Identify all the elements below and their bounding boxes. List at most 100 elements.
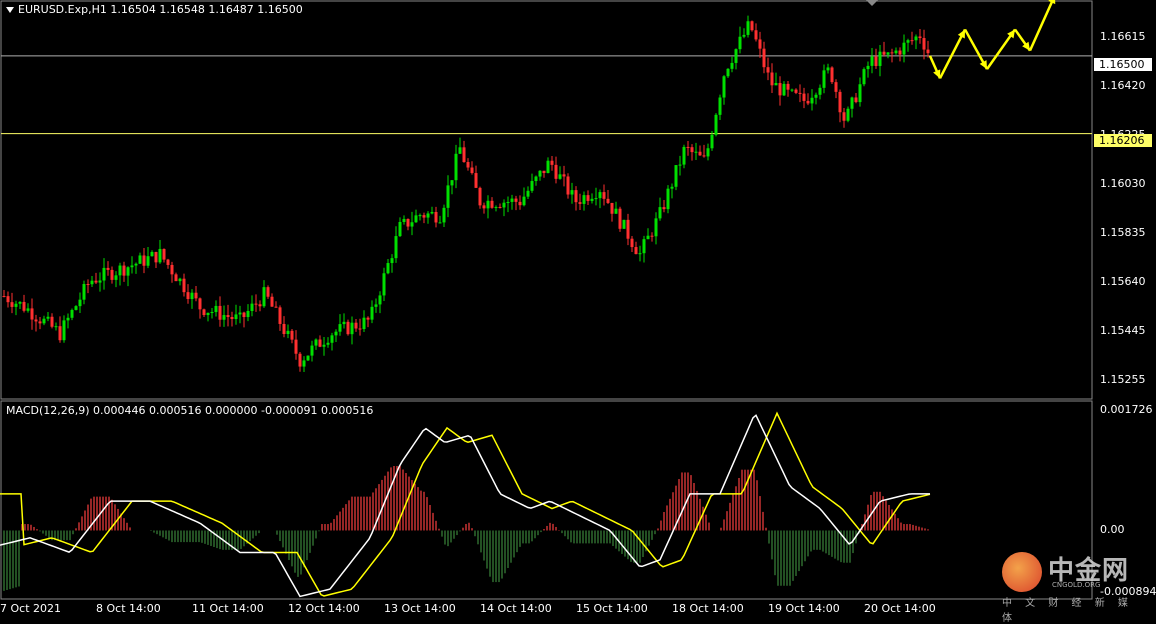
price-label: 1.15445	[1100, 324, 1146, 337]
candle	[494, 206, 498, 208]
candle	[218, 305, 222, 320]
price-label: 1.15835	[1100, 226, 1146, 239]
chart-frame	[0, 0, 1093, 400]
price-chart-pane[interactable]	[0, 0, 1156, 400]
candle	[110, 269, 114, 280]
candle	[710, 134, 714, 149]
candle	[806, 100, 810, 104]
candle	[602, 192, 606, 199]
price-label: 1.16030	[1100, 177, 1146, 190]
candle	[290, 330, 294, 340]
candle	[182, 278, 186, 293]
candle	[798, 92, 802, 94]
candle	[866, 65, 870, 70]
candle	[486, 200, 490, 209]
candle	[674, 165, 678, 187]
candle	[550, 160, 554, 165]
candle	[918, 36, 922, 39]
candle	[254, 303, 258, 305]
candle	[70, 309, 74, 318]
candle	[922, 38, 926, 50]
candle	[878, 51, 882, 66]
candle	[390, 258, 394, 264]
candle	[898, 50, 902, 55]
time-label: 8 Oct 14:00	[96, 602, 161, 615]
candle	[338, 324, 342, 332]
candle	[714, 114, 718, 135]
candle	[6, 296, 10, 303]
candle	[342, 321, 346, 325]
candle	[758, 39, 762, 49]
candle	[318, 339, 322, 347]
candle	[86, 284, 90, 286]
candle	[842, 112, 846, 121]
candle	[394, 236, 398, 259]
candle	[186, 292, 190, 300]
candle	[874, 56, 878, 66]
macd-pane[interactable]	[0, 400, 1156, 600]
candle	[838, 91, 842, 113]
time-label: 12 Oct 14:00	[288, 602, 360, 615]
price-label: 1.15255	[1100, 373, 1146, 386]
candle	[410, 222, 414, 227]
candle	[538, 170, 542, 177]
candle	[26, 308, 30, 311]
chart-shift-marker-icon	[866, 0, 878, 6]
candle	[274, 306, 278, 308]
candle	[146, 256, 150, 266]
candle	[134, 263, 138, 266]
candle	[422, 215, 426, 218]
candle	[310, 345, 314, 356]
candle	[462, 147, 466, 163]
candle	[738, 36, 742, 50]
candle	[414, 215, 418, 223]
candle	[890, 52, 894, 54]
candle	[82, 284, 86, 300]
candle	[826, 67, 830, 71]
price-chart[interactable]	[0, 0, 1156, 400]
candle	[198, 298, 202, 310]
candle	[238, 312, 242, 315]
candle	[298, 353, 302, 367]
candle	[370, 306, 374, 320]
candle	[230, 317, 234, 320]
candle	[94, 280, 98, 283]
candle	[770, 72, 774, 86]
candle	[650, 235, 654, 237]
candle	[474, 173, 478, 188]
candle	[482, 205, 486, 209]
candle	[690, 147, 694, 153]
dropdown-triangle-icon[interactable]	[6, 7, 14, 13]
candle	[346, 321, 350, 335]
candle	[766, 67, 770, 73]
candle	[122, 265, 126, 276]
candle	[458, 147, 462, 154]
candle	[578, 202, 582, 204]
candle	[582, 195, 586, 204]
candle	[590, 198, 594, 201]
cngold-logo-icon	[1002, 552, 1042, 592]
candle	[750, 21, 754, 31]
candle	[686, 146, 690, 148]
candle	[242, 312, 246, 318]
candle	[698, 151, 702, 156]
candle	[642, 239, 646, 254]
candle	[454, 153, 458, 181]
candle	[386, 263, 390, 274]
macd-frame	[0, 400, 1093, 600]
candle	[778, 83, 782, 96]
candle	[762, 48, 766, 68]
candle	[258, 304, 262, 307]
forecast-arrow-segment	[938, 28, 967, 79]
candle	[106, 267, 110, 270]
candle	[42, 318, 46, 324]
macd-chart[interactable]	[0, 400, 1156, 600]
candle	[362, 317, 366, 330]
symbol-ohlc-text: EURUSD.Exp,H1 1.16504 1.16548 1.16487 1.…	[18, 3, 303, 16]
candle	[546, 160, 550, 174]
candle	[630, 238, 634, 248]
candle	[14, 303, 18, 307]
candle	[926, 49, 930, 54]
candle	[718, 97, 722, 115]
candle	[214, 305, 218, 313]
